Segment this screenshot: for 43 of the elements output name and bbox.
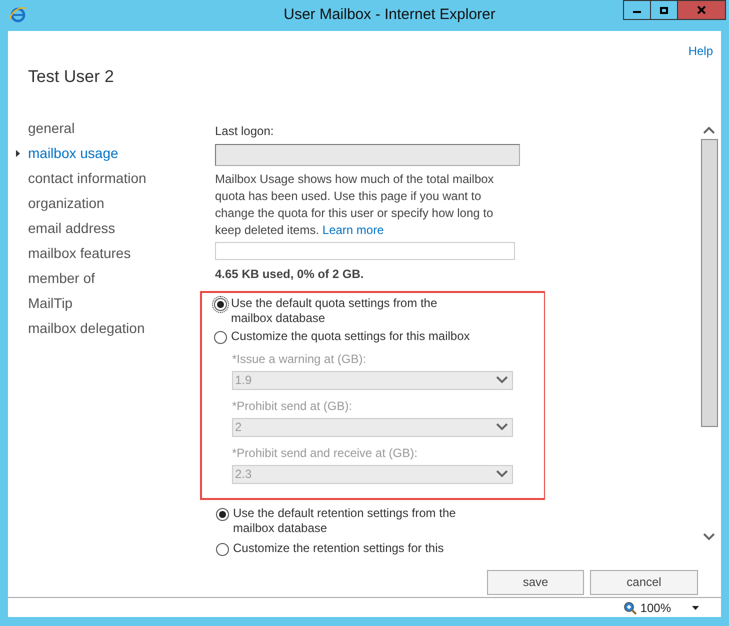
radio-label: Use the default quota settings from the mailbox database: [231, 296, 438, 326]
field-label: *Prohibit send and receive at (GB):: [232, 444, 418, 462]
radio-button[interactable]: [216, 542, 229, 556]
learn-more-link[interactable]: Learn more: [322, 222, 384, 236]
close-icon: [697, 6, 706, 14]
minimize-button[interactable]: [623, 0, 651, 20]
page-heading: Test User 2: [27, 66, 115, 88]
radio-label: Use the default retention settings from the mailbox database: [233, 506, 457, 536]
chevron-down-icon: [496, 470, 508, 478]
chevron-down-icon[interactable]: [703, 532, 715, 540]
radio-button[interactable]: [214, 298, 227, 310]
cancel-button[interactable]: cancel: [590, 570, 698, 594]
chevron-down-icon: [496, 376, 508, 384]
scrollbar-thumb[interactable]: [700, 138, 718, 426]
nav-item[interactable]: MailTip: [28, 292, 73, 314]
dropdown-arrow-icon[interactable]: [692, 606, 699, 610]
window-title: User Mailbox - Internet Explorer: [284, 5, 496, 26]
browser-logo-icon: [9, 6, 27, 24]
radio-label: Customize the retention settings for this: [233, 540, 445, 556]
help-link[interactable]: Help: [688, 42, 713, 60]
zoom-icon[interactable]: [623, 600, 638, 614]
save-button[interactable]: save: [487, 570, 584, 594]
radio-label: Customize the quota settings for this mailbox: [231, 328, 471, 344]
nav-item[interactable]: mailbox delegation: [28, 318, 145, 338]
field-label: Last logon:: [215, 122, 275, 140]
radio-button[interactable]: [216, 508, 229, 520]
nav-item[interactable]: organization: [28, 192, 104, 214]
close-button[interactable]: [678, 0, 726, 20]
nav-item[interactable]: general: [28, 118, 75, 138]
field-label: *Prohibit send at (GB):: [232, 398, 354, 414]
nav-item[interactable]: member of: [28, 268, 95, 288]
nav-item[interactable]: contact information: [28, 168, 146, 188]
field-label: *Issue a warning at (GB):: [232, 350, 368, 368]
caret-icon: [16, 150, 20, 156]
nav-item[interactable]: mailbox usage: [28, 142, 118, 164]
usage-text: 4.65 KB used, 0% of 2 GB.: [215, 266, 365, 282]
nav-item[interactable]: mailbox features: [28, 242, 131, 264]
nav-item[interactable]: email address: [28, 218, 116, 238]
zoom-level[interactable]: 100%: [640, 598, 671, 616]
chevron-up-icon[interactable]: [703, 126, 715, 134]
chevron-down-icon: [496, 423, 508, 431]
description-text: Mailbox Usage shows how much of the total mailbox quota has been used. Use this page if you want to change the quota for this user or specify how long to keep deleted items. Learn more: [215, 170, 495, 238]
radio-button[interactable]: [214, 330, 227, 344]
